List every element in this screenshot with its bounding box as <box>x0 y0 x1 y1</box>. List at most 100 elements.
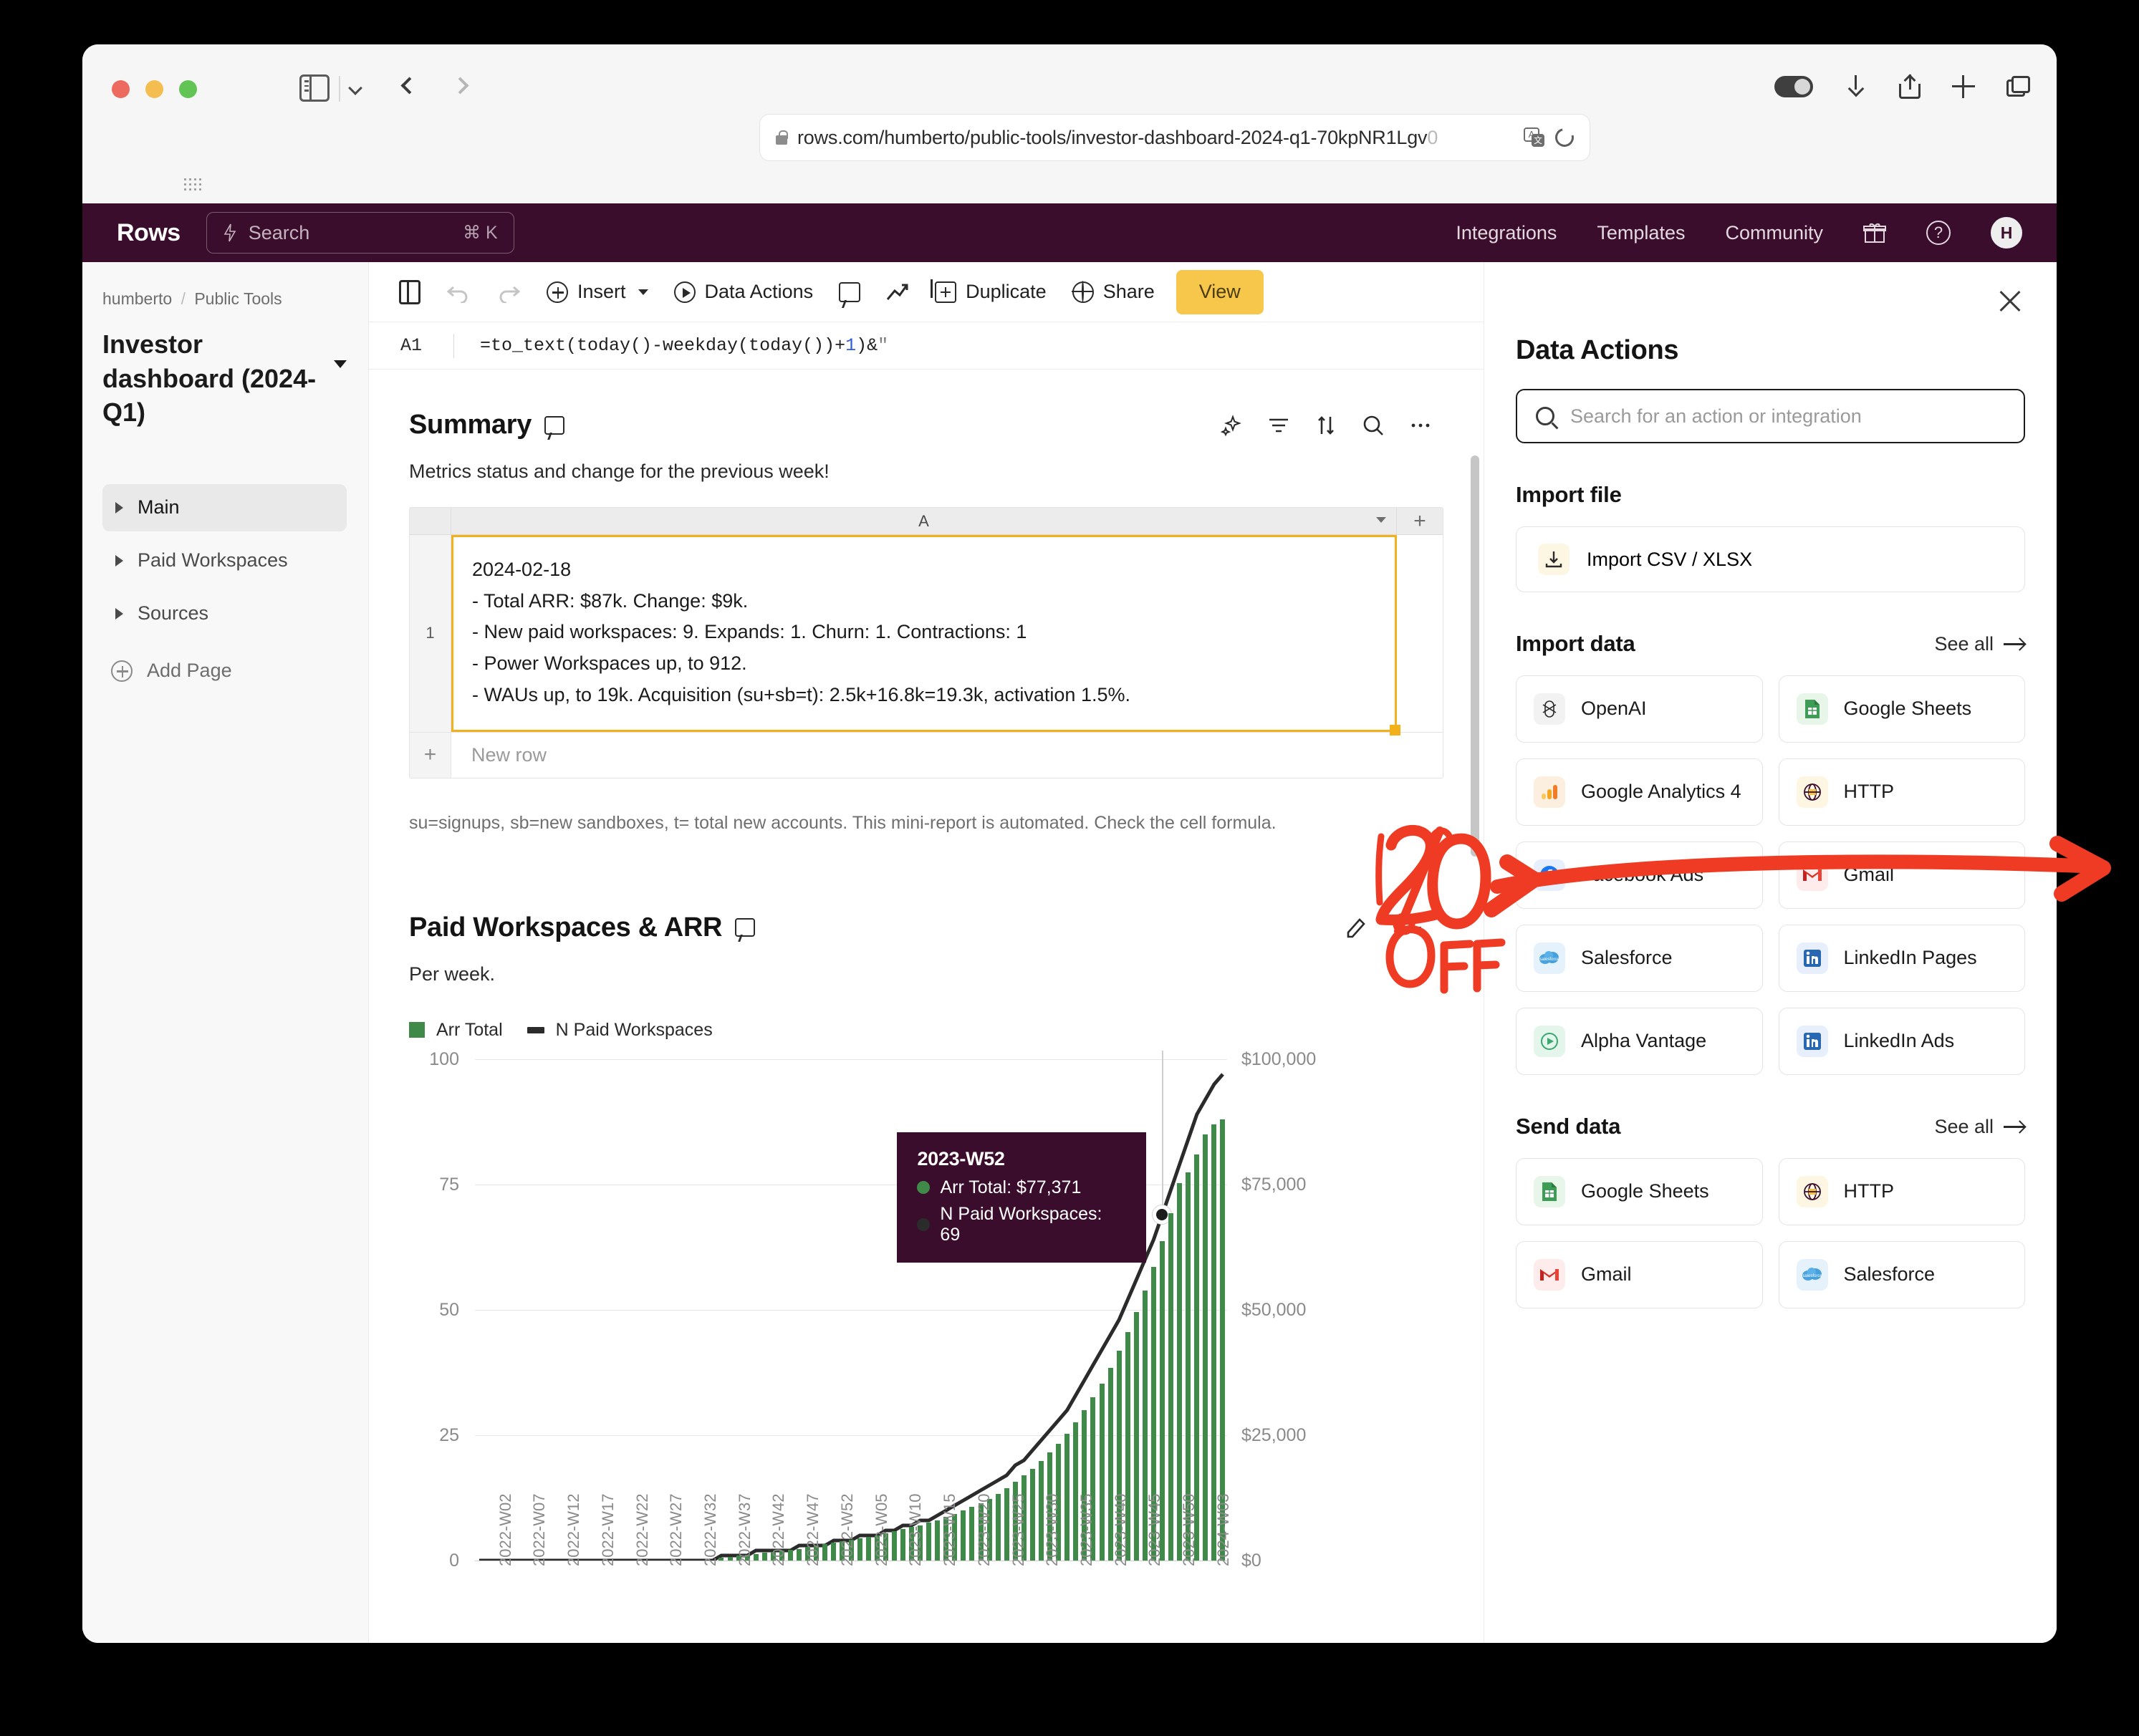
action-gmail[interactable]: Gmail <box>1778 842 2025 909</box>
filter-icon[interactable] <box>1267 414 1290 437</box>
reload-icon[interactable] <box>1552 125 1577 150</box>
new-row-button[interactable]: + New row <box>410 731 1443 778</box>
nav-community[interactable]: Community <box>1725 222 1823 244</box>
duplicate-button[interactable]: Duplicate <box>922 271 1059 314</box>
chart-bar[interactable] <box>1099 1383 1105 1561</box>
action-facebook-ads[interactable]: Facebook Ads <box>1516 842 1763 909</box>
action-salesforce[interactable]: salesforce Salesforce <box>1516 925 1763 992</box>
insert-button[interactable]: Insert <box>534 271 661 314</box>
add-page-button[interactable]: Add Page <box>102 647 347 695</box>
action-openai[interactable]: OpenAI <box>1516 675 1763 743</box>
column-header-a[interactable]: A <box>451 508 1397 534</box>
zoom-window-button[interactable] <box>179 80 197 98</box>
view-button[interactable]: View <box>1176 269 1264 314</box>
search-icon[interactable] <box>1362 414 1385 437</box>
chart-bar[interactable] <box>1133 1312 1139 1561</box>
sidebar-item-main[interactable]: Main <box>102 483 347 531</box>
chart-bar[interactable] <box>961 1510 966 1561</box>
ai-sparkle-icon[interactable] <box>1220 414 1243 437</box>
chart-bar[interactable] <box>926 1523 932 1561</box>
back-button[interactable] <box>398 76 423 102</box>
chart-bar[interactable] <box>935 1520 941 1561</box>
vertical-scrollbar[interactable] <box>1471 455 1479 857</box>
address-bar[interactable]: rows.com/humberto/public-tools/investor-… <box>759 114 1590 161</box>
send-action-salesforce[interactable]: salesforce Salesforce <box>1778 1241 2025 1308</box>
close-icon[interactable] <box>1996 288 2024 315</box>
undo-button[interactable] <box>433 271 484 314</box>
breadcrumb-owner[interactable]: humberto <box>102 289 172 308</box>
action-linkedin-ads[interactable]: LinkedIn Ads <box>1778 1008 2025 1075</box>
chart-bar[interactable] <box>1064 1433 1070 1561</box>
sidebar-item-sources[interactable]: Sources <box>102 590 347 637</box>
chart-bar[interactable] <box>797 1548 802 1561</box>
chart-bar[interactable] <box>788 1549 794 1561</box>
help-icon[interactable]: ? <box>1926 221 1951 245</box>
formula-bar[interactable]: A1 =to_text(today()-weekday(today())+1)&… <box>369 322 1484 370</box>
legend-item-n-paid-workspaces[interactable]: N Paid Workspaces <box>527 1020 713 1041</box>
chart-bar[interactable] <box>900 1529 905 1561</box>
extension-toggle[interactable] <box>1774 76 1813 97</box>
window-traffic-lights[interactable] <box>112 80 197 98</box>
minimize-window-button[interactable] <box>145 80 163 98</box>
cell-a1[interactable]: 2024-02-18 - Total ARR: $87k. Change: $9… <box>451 535 1400 736</box>
chart-bar[interactable] <box>1168 1213 1174 1561</box>
action-google-analytics-4[interactable]: Google Analytics 4 <box>1516 758 1763 826</box>
chevron-down-icon[interactable] <box>334 360 347 368</box>
chart-bar[interactable] <box>727 1556 733 1561</box>
send-action-http[interactable]: HTTP <box>1778 1158 2025 1225</box>
avatar[interactable]: H <box>1991 217 2022 249</box>
sidebar-item-paid-workspaces[interactable]: Paid Workspaces <box>102 537 347 584</box>
translate-icon[interactable]: A文 <box>1524 127 1545 148</box>
chart-bar[interactable] <box>1004 1487 1009 1561</box>
canvas-scroll-area[interactable]: Summary Metrics status and change for th… <box>369 370 1484 1643</box>
see-all-send-data[interactable]: See all <box>1934 1116 2025 1138</box>
legend-item-arr-total[interactable]: Arr Total <box>409 1020 503 1041</box>
see-all-import-data[interactable]: See all <box>1934 633 2025 655</box>
insights-button[interactable] <box>873 271 922 314</box>
tab-overview-icon[interactable] <box>2006 76 2031 97</box>
action-linkedin-pages[interactable]: LinkedIn Pages <box>1778 925 2025 992</box>
paid-workspaces-arr-chart[interactable]: 100 75 50 25 0 $100,000 $75,000 $50,000 <box>409 1049 1443 1583</box>
forward-button[interactable] <box>450 76 476 102</box>
chart-bar[interactable] <box>1029 1468 1035 1561</box>
nav-templates[interactable]: Templates <box>1597 222 1685 244</box>
add-column-button[interactable]: + <box>1397 508 1443 534</box>
action-google-sheets[interactable]: Google Sheets <box>1778 675 2025 743</box>
chart-bar[interactable] <box>995 1493 1001 1561</box>
new-tab-icon[interactable] <box>1952 75 1975 98</box>
send-action-gmail[interactable]: Gmail <box>1516 1241 1763 1308</box>
close-window-button[interactable] <box>112 80 130 98</box>
chevron-down-icon[interactable] <box>348 79 367 97</box>
more-options-icon[interactable]: ⋯ <box>1398 915 1426 940</box>
chart-bar[interactable] <box>891 1531 897 1561</box>
breadcrumb-folder[interactable]: Public Tools <box>194 289 282 308</box>
comment-icon[interactable] <box>735 918 756 937</box>
send-action-google-sheets[interactable]: Google Sheets <box>1516 1158 1763 1225</box>
chart-bar[interactable] <box>857 1538 862 1561</box>
sort-icon[interactable] <box>1314 414 1337 437</box>
sidebar-toggle-icon[interactable] <box>299 74 330 102</box>
rows-logo[interactable]: Rows <box>117 219 181 247</box>
chart-bar[interactable] <box>822 1544 828 1561</box>
chart-plot-area[interactable]: 2023-W52 Arr Total: $77,371 N Paid Works… <box>475 1050 1227 1561</box>
data-actions-button[interactable]: Data Actions <box>661 271 827 314</box>
chevron-down-icon[interactable] <box>1376 517 1386 523</box>
chart-bar[interactable] <box>865 1536 871 1561</box>
action-http[interactable]: HTTP <box>1778 758 2025 826</box>
chart-bar[interactable] <box>761 1553 767 1561</box>
formula-input[interactable]: =to_text(today()-weekday(today())+1)&" <box>454 335 888 356</box>
cell-fill-handle[interactable] <box>1390 724 1400 736</box>
toggle-panel-button[interactable] <box>386 271 433 314</box>
comment-icon[interactable] <box>544 415 565 435</box>
global-search-input[interactable]: Search ⌘ K <box>206 212 514 254</box>
download-icon[interactable] <box>1845 75 1868 98</box>
chart-bar[interactable] <box>1203 1134 1208 1561</box>
action-alpha-vantage[interactable]: Alpha Vantage <box>1516 1008 1763 1075</box>
more-options-icon[interactable] <box>1409 414 1432 437</box>
chart-bar[interactable] <box>831 1543 837 1561</box>
edit-icon[interactable] <box>1344 915 1368 940</box>
chart-bar[interactable] <box>969 1507 975 1561</box>
bookmarks-grid-icon[interactable] <box>183 177 203 193</box>
action-search-input[interactable]: Search for an action or integration <box>1516 389 2025 443</box>
share-button[interactable]: Share <box>1059 271 1168 314</box>
